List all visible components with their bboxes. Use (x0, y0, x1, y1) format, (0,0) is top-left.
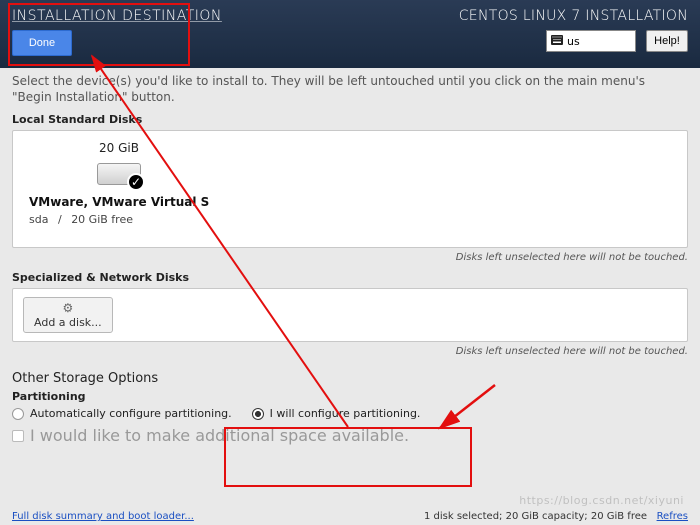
footer-right: 1 disk selected; 20 GiB capacity; 20 GiB… (424, 511, 688, 522)
checkbox-additional-label: I would like to make additional space av… (30, 426, 409, 445)
page-title: INSTALLATION DESTINATION (12, 8, 222, 24)
help-button[interactable]: Help! (646, 30, 688, 52)
radio-manual-partition[interactable]: I will configure partitioning. (252, 407, 421, 420)
selection-status: 1 disk selected; 20 GiB capacity; 20 GiB… (424, 511, 647, 522)
partitioning-row: Automatically configure partitioning. I … (12, 407, 688, 420)
header-bar: INSTALLATION DESTINATION Done CENTOS LIN… (0, 0, 700, 68)
keyboard-value: us (567, 35, 580, 48)
separator: / (58, 213, 62, 226)
disk-summary-link[interactable]: Full disk summary and boot loader... (12, 511, 194, 522)
checkbox-icon (12, 430, 24, 442)
radio-manual-label: I will configure partitioning. (270, 407, 421, 420)
done-button[interactable]: Done (12, 30, 72, 56)
checkbox-additional-space[interactable]: I would like to make additional space av… (12, 426, 688, 445)
content: Select the device(s) you'd like to insta… (0, 68, 700, 445)
partitioning-label: Partitioning (12, 390, 688, 403)
special-disks-note: Disks left unselected here will not be t… (12, 346, 688, 357)
disk-details: sda / 20 GiB free (29, 213, 671, 226)
disk-size: 20 GiB (29, 141, 209, 155)
local-disks-area: 20 GiB ✓ VMware, VMware Virtual S sda / … (12, 130, 688, 248)
header-right: CENTOS LINUX 7 INSTALLATION us Help! (459, 8, 688, 60)
disk-free: 20 GiB free (71, 213, 133, 226)
gear-icon: ⚙ (62, 301, 73, 315)
special-disks-label: Specialized & Network Disks (12, 271, 688, 284)
add-disk-button[interactable]: ⚙ Add a disk... (23, 297, 113, 333)
refresh-link[interactable]: Refres (657, 511, 688, 522)
special-disks-area: ⚙ Add a disk... (12, 288, 688, 342)
footer: Full disk summary and boot loader... 1 d… (0, 511, 700, 522)
disk-item[interactable]: ✓ (97, 159, 141, 189)
add-disk-label: Add a disk... (34, 316, 102, 329)
checkmark-icon: ✓ (127, 173, 145, 191)
local-disks-note: Disks left unselected here will not be t… (12, 252, 688, 263)
keyboard-icon (551, 35, 563, 48)
radio-icon (252, 408, 264, 420)
header-controls: us Help! (546, 30, 688, 52)
keyboard-selector[interactable]: us (546, 30, 636, 52)
disk-device: sda (29, 213, 48, 226)
watermark: https://blog.csdn.net/xiyuni (519, 494, 684, 507)
installer-subtitle: CENTOS LINUX 7 INSTALLATION (459, 8, 688, 24)
local-disks-label: Local Standard Disks (12, 113, 688, 126)
intro-text: Select the device(s) you'd like to insta… (12, 74, 688, 105)
disk-name: VMware, VMware Virtual S (29, 195, 671, 209)
radio-auto-partition[interactable]: Automatically configure partitioning. (12, 407, 232, 420)
radio-icon (12, 408, 24, 420)
disk-icon-wrap: ✓ (29, 159, 209, 189)
header-left: INSTALLATION DESTINATION Done (12, 8, 222, 60)
radio-auto-label: Automatically configure partitioning. (30, 407, 232, 420)
other-options-title: Other Storage Options (12, 371, 688, 386)
